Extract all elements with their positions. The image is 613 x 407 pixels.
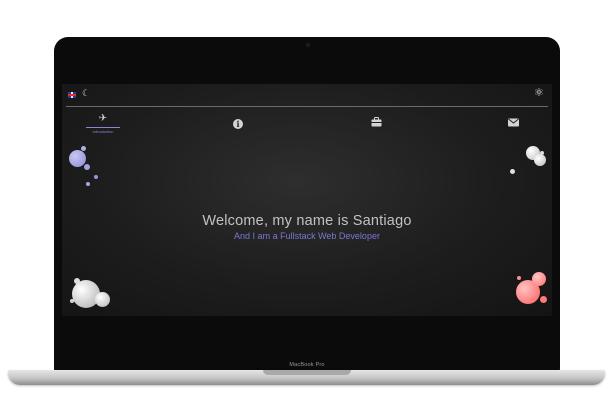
nav-item-contact[interactable] [507,114,519,134]
laptop-notch [263,370,351,375]
top-bar: ☾ ⚛ [62,84,552,106]
nav-item-about[interactable]: i [232,114,244,134]
info-icon: i [233,119,243,129]
device-label: MacBook Pro [289,362,325,368]
uk-flag-icon[interactable] [68,92,76,98]
nav-item-projects[interactable] [370,114,382,134]
briefcase-icon [371,117,381,127]
screen: ☾ ⚛ ✈ Introduction i Welcome, my name is… [62,84,552,316]
header-divider [66,106,548,107]
moon-icon[interactable]: ☾ [82,89,90,98]
react-atom-icon[interactable]: ⚛ [534,88,544,99]
plane-icon: ✈ [98,113,108,124]
camera-dot [306,43,310,47]
nav-item-label: Introduction [86,127,120,134]
hero-title: Welcome, my name is Santiago [202,213,412,229]
mail-icon [507,118,519,127]
nav-item-introduction[interactable]: ✈ Introduction [86,114,120,134]
hero-subtitle: And I am a Fullstack Web Developer [234,231,380,241]
